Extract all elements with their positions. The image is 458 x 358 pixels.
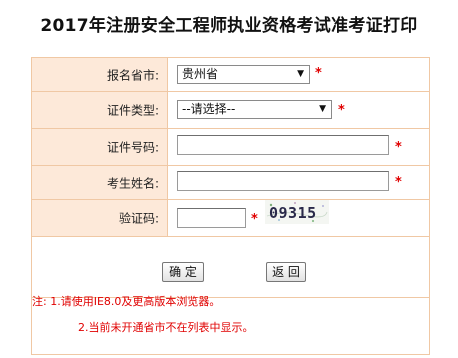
province-select[interactable]: 贵州省 ▼ — [177, 65, 310, 84]
row-id-type: 证件类型: --请选择-- ▼ * — [32, 92, 429, 129]
captcha-image[interactable]: 09315 — [265, 200, 329, 224]
id-type-select-value: --请选择-- — [182, 102, 236, 116]
print-form: 报名省市: 贵州省 ▼ * 证件类型: --请选择-- ▼ * 证件号码: * … — [31, 57, 430, 355]
id-number-input[interactable] — [177, 135, 389, 155]
page-title: 2017年注册安全工程师执业资格考试准考证打印 — [40, 16, 418, 36]
name-input[interactable] — [177, 171, 389, 191]
row-name: 考生姓名: * — [32, 166, 429, 200]
id-number-label: 证件号码: — [106, 140, 159, 155]
id-type-select[interactable]: --请选择-- ▼ — [177, 100, 332, 119]
row-province: 报名省市: 贵州省 ▼ * — [32, 58, 429, 92]
chevron-down-icon: ▼ — [297, 69, 304, 79]
required-mark: * — [251, 212, 258, 227]
row-spacer — [32, 237, 429, 298]
captcha-input[interactable] — [177, 208, 246, 228]
required-mark: * — [338, 103, 345, 118]
required-mark: * — [395, 140, 402, 155]
confirm-button[interactable]: 确 定 — [162, 262, 204, 282]
note-line-1: 注: 1.请使用IE8.0及更高版本浏览器。 — [32, 295, 221, 308]
captcha-text: 09315 — [269, 204, 317, 222]
id-type-label: 证件类型: — [106, 103, 159, 118]
required-mark: * — [395, 175, 402, 190]
row-id-number: 证件号码: * — [32, 129, 429, 166]
required-mark: * — [315, 66, 322, 81]
name-label: 考生姓名: — [106, 176, 159, 190]
back-button[interactable]: 返 回 — [266, 262, 306, 282]
province-label: 报名省市: — [106, 68, 159, 82]
chevron-down-icon: ▼ — [319, 104, 326, 114]
captcha-label: 验证码: — [118, 211, 159, 226]
row-captcha: 验证码: * — [32, 200, 429, 237]
province-select-value: 贵州省 — [182, 67, 219, 81]
note-line-2: 2.当前未开通省市不在列表中显示。 — [78, 321, 254, 334]
